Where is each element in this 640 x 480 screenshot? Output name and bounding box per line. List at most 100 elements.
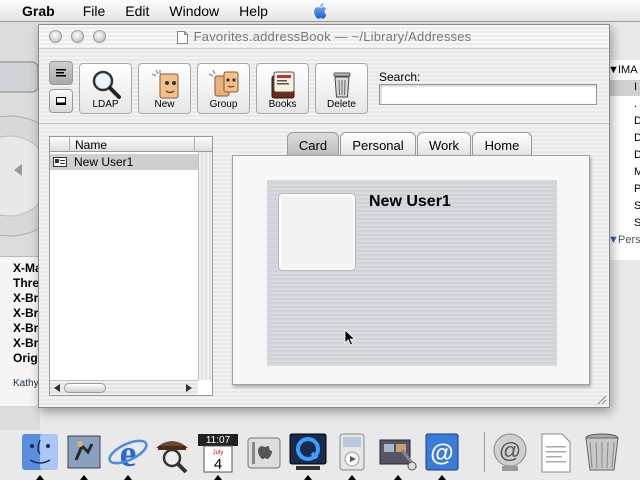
list-header-icon-column[interactable] bbox=[50, 137, 70, 152]
bg-right-item: . bbox=[634, 98, 638, 110]
trash-icon bbox=[333, 72, 350, 98]
magnifier-icon bbox=[92, 70, 121, 99]
ldap-button[interactable]: LDAP bbox=[79, 63, 132, 114]
contact-list[interactable]: Name New User1 bbox=[49, 136, 213, 396]
list-item[interactable]: New User1 bbox=[50, 154, 198, 170]
group-label: Group bbox=[209, 99, 238, 110]
new-button[interactable]: New bbox=[138, 63, 191, 114]
tab-work[interactable]: Work bbox=[417, 132, 471, 156]
window-title-text: Favorites.addressBook — ~/Library/Addres… bbox=[193, 29, 472, 44]
group-button[interactable]: Group bbox=[197, 63, 250, 114]
document-icon bbox=[176, 31, 188, 45]
list-header: Name bbox=[50, 137, 212, 152]
running-indicator bbox=[214, 475, 222, 480]
svg-text:e: e bbox=[120, 433, 137, 474]
quicktime-icon[interactable] bbox=[286, 430, 330, 474]
tab-home[interactable]: Home bbox=[472, 132, 532, 156]
bg-right-item: IMA bbox=[618, 64, 638, 76]
menu-edit[interactable]: Edit bbox=[125, 3, 149, 19]
trash-icon[interactable] bbox=[580, 430, 624, 474]
card-contact-name[interactable]: New User1 bbox=[369, 193, 451, 211]
scroll-right-icon[interactable] bbox=[186, 384, 192, 392]
bg-right-item: D bbox=[634, 115, 640, 127]
svg-text:@: @ bbox=[499, 438, 521, 463]
background-mail-list: X-Ma Thre X-Br X-Br X-Br X-Br Origi Kath… bbox=[0, 256, 40, 406]
mouse-pointer-icon bbox=[344, 329, 356, 346]
bg-mail-line: Thre bbox=[13, 276, 40, 290]
finder-icon[interactable] bbox=[18, 430, 62, 474]
bg-right-item: Pers bbox=[618, 234, 640, 246]
window-titlebar[interactable]: Favorites.addressBook — ~/Library/Addres… bbox=[39, 25, 609, 49]
running-indicator bbox=[394, 475, 402, 480]
delete-label: Delete bbox=[327, 99, 356, 110]
vertical-scrollbar[interactable] bbox=[198, 152, 212, 380]
internet-explorer-icon[interactable]: e bbox=[106, 430, 150, 474]
view-toggle-card-button[interactable] bbox=[49, 89, 73, 113]
menu-help[interactable]: Help bbox=[239, 3, 268, 19]
bg-mail-line: X-Ma bbox=[13, 261, 40, 275]
horizontal-scrollbar[interactable] bbox=[50, 380, 198, 395]
scrollbar-thumb[interactable] bbox=[64, 383, 106, 393]
card-panel: New User1 bbox=[232, 155, 590, 385]
background-window-right: ▼ IMA I . D D D M P S S ▼ Pers bbox=[608, 60, 640, 260]
apple-menu-icon[interactable] bbox=[312, 2, 330, 20]
toolbar-divider bbox=[39, 123, 609, 124]
running-indicator bbox=[438, 475, 446, 480]
resize-grip-icon[interactable] bbox=[595, 393, 607, 405]
clock-time: 11:07 bbox=[206, 435, 231, 446]
name-column-header[interactable]: Name bbox=[75, 138, 107, 152]
svg-text:@: @ bbox=[430, 440, 453, 467]
contact-name: New User1 bbox=[74, 155, 134, 169]
calendar-day: 4 bbox=[214, 456, 222, 473]
running-indicator bbox=[124, 475, 132, 480]
clock-icon[interactable]: 11:07 July 4 bbox=[196, 430, 240, 474]
bg-mail-line: X-Br bbox=[13, 321, 39, 335]
books-button[interactable]: Books bbox=[256, 63, 309, 114]
sherlock-icon[interactable] bbox=[150, 430, 194, 474]
bg-right-item: I bbox=[634, 81, 638, 93]
menu-app-name[interactable]: Grab bbox=[22, 3, 55, 19]
menu-window[interactable]: Window bbox=[169, 3, 219, 19]
running-indicator bbox=[80, 475, 88, 480]
bg-mail-line: X-Br bbox=[13, 291, 39, 305]
bg-right-item: D bbox=[634, 132, 640, 144]
ldap-label: LDAP bbox=[92, 99, 119, 110]
books-label: Books bbox=[268, 99, 297, 110]
dock-divider bbox=[484, 432, 485, 472]
tab-card[interactable]: Card bbox=[287, 132, 339, 156]
photo-well[interactable] bbox=[279, 194, 355, 270]
running-indicator bbox=[36, 475, 44, 480]
system-preferences-icon[interactable] bbox=[242, 430, 286, 474]
running-indicator bbox=[348, 475, 356, 480]
address-book-icon[interactable]: @ bbox=[420, 430, 464, 474]
itunes-panel-icon bbox=[0, 61, 40, 237]
tab-personal[interactable]: Personal bbox=[340, 132, 416, 156]
scroll-left-icon[interactable] bbox=[54, 384, 60, 392]
new-card-icon bbox=[151, 69, 178, 99]
document-icon[interactable] bbox=[534, 430, 578, 474]
list-header-end-column bbox=[194, 137, 214, 152]
bg-right-item: D bbox=[634, 149, 640, 161]
delete-button[interactable]: Delete bbox=[315, 63, 368, 114]
bg-right-item: M bbox=[634, 166, 640, 178]
group-icon bbox=[208, 69, 238, 97]
grab-icon[interactable] bbox=[376, 430, 420, 474]
running-indicator bbox=[304, 475, 312, 480]
menu-file[interactable]: File bbox=[83, 3, 106, 19]
mail-icon[interactable]: @ bbox=[488, 430, 532, 474]
contact-card: New User1 bbox=[267, 180, 557, 366]
dock: e 11:07 July 4 @ @ bbox=[0, 428, 640, 480]
card-view-icon bbox=[56, 97, 66, 105]
search-input[interactable] bbox=[379, 84, 597, 105]
address-book-window: Favorites.addressBook — ~/Library/Addres… bbox=[38, 24, 610, 408]
books-icon bbox=[271, 71, 294, 99]
list-view-icon bbox=[56, 69, 66, 77]
bg-right-item: P bbox=[634, 183, 640, 195]
bg-mail-line: X-Br bbox=[13, 336, 39, 350]
itunes-icon[interactable] bbox=[330, 430, 374, 474]
view-toggle-list-button[interactable] bbox=[49, 61, 73, 85]
contact-card-icon bbox=[53, 157, 67, 167]
mail-stamp-icon[interactable] bbox=[62, 430, 106, 474]
bg-right-item: S bbox=[634, 200, 640, 212]
bg-mail-line: Origi bbox=[13, 351, 40, 365]
